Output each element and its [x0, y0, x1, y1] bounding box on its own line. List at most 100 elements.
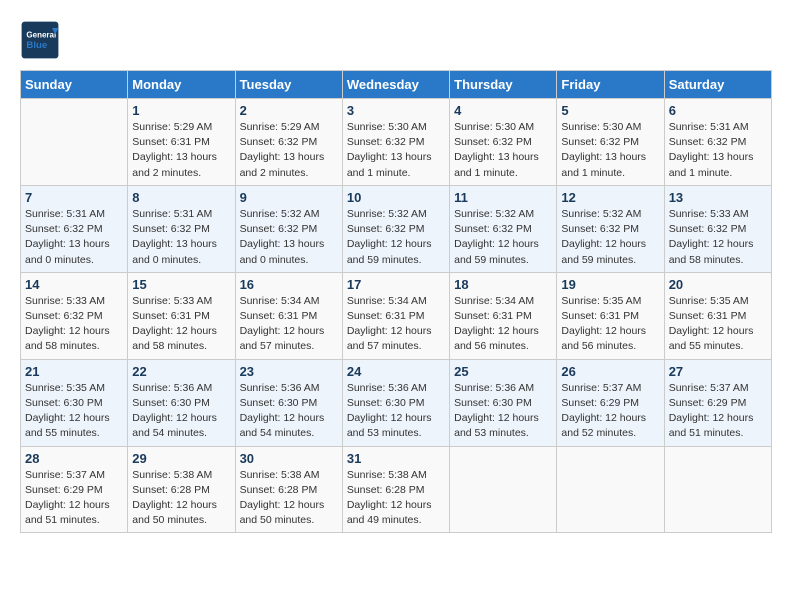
day-number: 30 — [240, 451, 338, 466]
calendar-cell: 1 Sunrise: 5:29 AMSunset: 6:31 PMDaylight… — [128, 99, 235, 186]
calendar-cell: 5 Sunrise: 5:30 AMSunset: 6:32 PMDaylight… — [557, 99, 664, 186]
calendar-week-row: 21 Sunrise: 5:35 AMSunset: 6:30 PMDayligh… — [21, 359, 772, 446]
day-number: 23 — [240, 364, 338, 379]
day-info: Sunrise: 5:34 AMSunset: 6:31 PMDaylight:… — [454, 294, 552, 355]
day-number: 28 — [25, 451, 123, 466]
day-number: 14 — [25, 277, 123, 292]
weekday-header-monday: Monday — [128, 71, 235, 99]
day-info: Sunrise: 5:31 AMSunset: 6:32 PMDaylight:… — [669, 120, 767, 181]
calendar-cell: 28 Sunrise: 5:37 AMSunset: 6:29 PMDayligh… — [21, 446, 128, 533]
day-info: Sunrise: 5:30 AMSunset: 6:32 PMDaylight:… — [454, 120, 552, 181]
calendar-cell: 17 Sunrise: 5:34 AMSunset: 6:31 PMDayligh… — [342, 272, 449, 359]
calendar-week-row: 7 Sunrise: 5:31 AMSunset: 6:32 PMDaylight… — [21, 185, 772, 272]
calendar-cell — [21, 99, 128, 186]
day-number: 16 — [240, 277, 338, 292]
day-info: Sunrise: 5:37 AMSunset: 6:29 PMDaylight:… — [669, 381, 767, 442]
day-info: Sunrise: 5:32 AMSunset: 6:32 PMDaylight:… — [454, 207, 552, 268]
day-number: 20 — [669, 277, 767, 292]
calendar-cell: 9Sunrise: 5:32 AMSunset: 6:32 PMDaylight… — [235, 185, 342, 272]
logo: General Blue — [20, 20, 64, 60]
svg-text:General: General — [26, 31, 56, 40]
calendar-cell: 20 Sunrise: 5:35 AMSunset: 6:31 PMDayligh… — [664, 272, 771, 359]
calendar-cell: 24 Sunrise: 5:36 AMSunset: 6:30 PMDayligh… — [342, 359, 449, 446]
svg-text:Blue: Blue — [26, 40, 47, 51]
weekday-header-friday: Friday — [557, 71, 664, 99]
day-info: Sunrise: 5:32 AMSunset: 6:32 PMDaylight:… — [561, 207, 659, 268]
day-info: Sunrise: 5:29 AMSunset: 6:31 PMDaylight:… — [132, 120, 230, 181]
day-number: 2 — [240, 103, 338, 118]
calendar-cell: 31 Sunrise: 5:38 AMSunset: 6:28 PMDayligh… — [342, 446, 449, 533]
day-number: 26 — [561, 364, 659, 379]
day-number: 12 — [561, 190, 659, 205]
calendar-cell: 16 Sunrise: 5:34 AMSunset: 6:31 PMDayligh… — [235, 272, 342, 359]
day-number: 5 — [561, 103, 659, 118]
day-info: Sunrise: 5:32 AMSunset: 6:32 PMDaylight:… — [240, 207, 338, 268]
calendar-cell: 2Sunrise: 5:29 AMSunset: 6:32 PMDaylight… — [235, 99, 342, 186]
calendar-week-row: 1 Sunrise: 5:29 AMSunset: 6:31 PMDaylight… — [21, 99, 772, 186]
day-info: Sunrise: 5:32 AMSunset: 6:32 PMDaylight:… — [347, 207, 445, 268]
day-number: 7 — [25, 190, 123, 205]
day-number: 8 — [132, 190, 230, 205]
day-number: 13 — [669, 190, 767, 205]
day-number: 17 — [347, 277, 445, 292]
calendar-cell: 11 Sunrise: 5:32 AMSunset: 6:32 PMDayligh… — [450, 185, 557, 272]
day-number: 27 — [669, 364, 767, 379]
calendar-cell — [450, 446, 557, 533]
calendar-cell: 26 Sunrise: 5:37 AMSunset: 6:29 PMDayligh… — [557, 359, 664, 446]
calendar-table: SundayMondayTuesdayWednesdayThursdayFrid… — [20, 70, 772, 533]
day-number: 29 — [132, 451, 230, 466]
day-info: Sunrise: 5:36 AMSunset: 6:30 PMDaylight:… — [347, 381, 445, 442]
calendar-week-row: 28 Sunrise: 5:37 AMSunset: 6:29 PMDayligh… — [21, 446, 772, 533]
day-number: 21 — [25, 364, 123, 379]
calendar-cell: 22Sunrise: 5:36 AMSunset: 6:30 PMDayligh… — [128, 359, 235, 446]
weekday-header-tuesday: Tuesday — [235, 71, 342, 99]
calendar-cell: 15Sunrise: 5:33 AMSunset: 6:31 PMDayligh… — [128, 272, 235, 359]
day-info: Sunrise: 5:33 AMSunset: 6:31 PMDaylight:… — [132, 294, 230, 355]
calendar-week-row: 14Sunrise: 5:33 AMSunset: 6:32 PMDayligh… — [21, 272, 772, 359]
day-number: 22 — [132, 364, 230, 379]
day-info: Sunrise: 5:34 AMSunset: 6:31 PMDaylight:… — [347, 294, 445, 355]
day-info: Sunrise: 5:35 AMSunset: 6:31 PMDaylight:… — [669, 294, 767, 355]
calendar-cell: 10Sunrise: 5:32 AMSunset: 6:32 PMDayligh… — [342, 185, 449, 272]
calendar-cell — [557, 446, 664, 533]
calendar-cell: 18Sunrise: 5:34 AMSunset: 6:31 PMDayligh… — [450, 272, 557, 359]
calendar-cell: 29Sunrise: 5:38 AMSunset: 6:28 PMDayligh… — [128, 446, 235, 533]
calendar-cell: 30 Sunrise: 5:38 AMSunset: 6:28 PMDayligh… — [235, 446, 342, 533]
calendar-cell: 8Sunrise: 5:31 AMSunset: 6:32 PMDaylight… — [128, 185, 235, 272]
day-info: Sunrise: 5:37 AMSunset: 6:29 PMDaylight:… — [561, 381, 659, 442]
day-number: 1 — [132, 103, 230, 118]
calendar-cell: 25 Sunrise: 5:36 AMSunset: 6:30 PMDayligh… — [450, 359, 557, 446]
day-number: 3 — [347, 103, 445, 118]
calendar-cell: 6 Sunrise: 5:31 AMSunset: 6:32 PMDaylight… — [664, 99, 771, 186]
weekday-header-wednesday: Wednesday — [342, 71, 449, 99]
day-info: Sunrise: 5:35 AMSunset: 6:30 PMDaylight:… — [25, 381, 123, 442]
calendar-cell: 19Sunrise: 5:35 AMSunset: 6:31 PMDayligh… — [557, 272, 664, 359]
weekday-header-thursday: Thursday — [450, 71, 557, 99]
day-info: Sunrise: 5:38 AMSunset: 6:28 PMDaylight:… — [240, 468, 338, 529]
calendar-cell: 14Sunrise: 5:33 AMSunset: 6:32 PMDayligh… — [21, 272, 128, 359]
weekday-header-sunday: Sunday — [21, 71, 128, 99]
calendar-cell: 4 Sunrise: 5:30 AMSunset: 6:32 PMDaylight… — [450, 99, 557, 186]
day-number: 25 — [454, 364, 552, 379]
calendar-cell: 23 Sunrise: 5:36 AMSunset: 6:30 PMDayligh… — [235, 359, 342, 446]
weekday-header-saturday: Saturday — [664, 71, 771, 99]
day-number: 24 — [347, 364, 445, 379]
day-number: 31 — [347, 451, 445, 466]
day-info: Sunrise: 5:31 AMSunset: 6:32 PMDaylight:… — [25, 207, 123, 268]
calendar-cell: 27 Sunrise: 5:37 AMSunset: 6:29 PMDayligh… — [664, 359, 771, 446]
day-info: Sunrise: 5:36 AMSunset: 6:30 PMDaylight:… — [240, 381, 338, 442]
day-info: Sunrise: 5:33 AMSunset: 6:32 PMDaylight:… — [669, 207, 767, 268]
day-number: 11 — [454, 190, 552, 205]
day-number: 6 — [669, 103, 767, 118]
day-info: Sunrise: 5:38 AMSunset: 6:28 PMDaylight:… — [347, 468, 445, 529]
calendar-cell: 21 Sunrise: 5:35 AMSunset: 6:30 PMDayligh… — [21, 359, 128, 446]
day-info: Sunrise: 5:34 AMSunset: 6:31 PMDaylight:… — [240, 294, 338, 355]
header: General Blue — [20, 20, 772, 60]
day-info: Sunrise: 5:30 AMSunset: 6:32 PMDaylight:… — [561, 120, 659, 181]
day-info: Sunrise: 5:37 AMSunset: 6:29 PMDaylight:… — [25, 468, 123, 529]
calendar-cell — [664, 446, 771, 533]
calendar-cell: 7 Sunrise: 5:31 AMSunset: 6:32 PMDaylight… — [21, 185, 128, 272]
day-info: Sunrise: 5:36 AMSunset: 6:30 PMDaylight:… — [454, 381, 552, 442]
day-info: Sunrise: 5:35 AMSunset: 6:31 PMDaylight:… — [561, 294, 659, 355]
day-number: 4 — [454, 103, 552, 118]
